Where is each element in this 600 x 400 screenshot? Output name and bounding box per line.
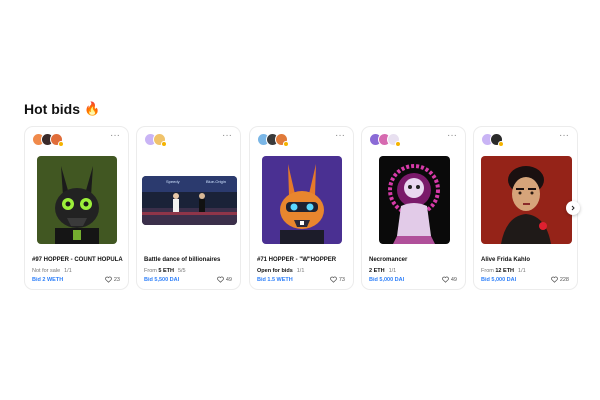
section-title: Hot bids 🔥 — [24, 101, 100, 117]
avatar[interactable] — [153, 133, 167, 147]
hopper-whopper-artwork — [262, 156, 342, 244]
nft-price: From 12 ETH 1/1 — [481, 268, 526, 274]
nft-card[interactable]: ··· Necromancer 2 ETH 1/1 Bid 5,000 DAI 4… — [361, 126, 466, 290]
nft-title: #97 HOPPER - COUNT HOPULA — [32, 257, 123, 263]
avatar[interactable] — [50, 133, 64, 147]
current-bid: Bid 5,000 DAI — [369, 277, 405, 283]
nft-title: Battle dance of billionaires — [144, 257, 221, 263]
section-title-text: Hot bids — [24, 101, 80, 117]
nft-card[interactable]: ··· #97 HOPPER - COUNT HOPULA Not for sa… — [24, 126, 129, 290]
current-bid: Bid 5,500 DAI — [144, 277, 180, 283]
verified-icon — [58, 141, 64, 147]
more-dots-icon[interactable]: ··· — [335, 131, 345, 141]
like-count: 49 — [225, 276, 232, 283]
edition-count: 1/1 — [296, 268, 305, 274]
nft-price: 2 ETH 1/1 — [369, 268, 397, 274]
hopper-count-artwork — [37, 156, 117, 244]
heart-icon — [330, 276, 337, 283]
current-bid: Bid 2 WETH — [32, 277, 64, 283]
like-count: 73 — [338, 276, 345, 283]
art-caption: Blue-Origin — [206, 179, 227, 184]
art-caption: Speedy — [166, 179, 180, 184]
avatar[interactable] — [490, 133, 504, 147]
nft-card[interactable]: ··· Speedy Blue-Origin Battle dance of b… — [136, 126, 241, 290]
nft-card[interactable]: ··· Alive Frida Kahlo From 12 ETH 1/1 Bid… — [473, 126, 578, 290]
nft-artwork[interactable] — [262, 156, 342, 244]
nft-artwork[interactable] — [379, 156, 450, 244]
more-dots-icon[interactable]: ··· — [110, 131, 120, 141]
current-bid: Bid 5,000 DAI — [481, 277, 517, 283]
like-button[interactable]: 73 — [330, 276, 345, 283]
carousel-next-button[interactable] — [566, 201, 580, 215]
fire-icon: 🔥 — [84, 101, 101, 116]
avatar[interactable] — [387, 133, 401, 147]
heart-icon — [217, 276, 224, 283]
necromancer-artwork — [379, 156, 450, 244]
nft-artwork[interactable] — [481, 156, 572, 244]
chevron-right-icon — [571, 205, 575, 211]
edition-count: 1/1 — [64, 268, 72, 274]
owners-avatars — [369, 133, 401, 147]
nft-price: From 5 ETH 5/5 — [144, 268, 186, 274]
like-button[interactable]: 49 — [442, 276, 457, 283]
owners-avatars — [481, 133, 504, 147]
nft-price: Open for bids 1/1 — [257, 268, 305, 274]
nft-title: #71 HOPPER - "W"HOPPER — [257, 257, 337, 263]
nft-artwork[interactable] — [37, 156, 117, 244]
more-dots-icon[interactable]: ··· — [559, 131, 569, 141]
nft-title: Necromancer — [369, 257, 408, 263]
like-button[interactable]: 23 — [105, 276, 120, 283]
like-button[interactable]: 228 — [550, 276, 569, 283]
edition-count: 1/1 — [518, 268, 526, 274]
owners-avatars — [32, 133, 64, 147]
like-button[interactable]: 49 — [217, 276, 232, 283]
owners-avatars — [257, 133, 289, 147]
owners-avatars — [144, 133, 167, 147]
heart-icon — [442, 276, 449, 283]
frida-kahlo-artwork — [481, 156, 572, 244]
verified-icon — [498, 141, 504, 147]
edition-count: 1/1 — [388, 268, 397, 274]
avatar[interactable] — [275, 133, 289, 147]
nft-title: Alive Frida Kahlo — [481, 257, 531, 263]
nft-artwork[interactable]: Speedy Blue-Origin — [142, 176, 237, 225]
more-dots-icon[interactable]: ··· — [447, 131, 457, 141]
like-count: 49 — [450, 276, 457, 283]
verified-icon — [395, 141, 401, 147]
nft-price: Not for sale 1/1 — [32, 268, 72, 274]
current-bid: Bid 1.5 WETH — [257, 277, 293, 283]
more-dots-icon[interactable]: ··· — [222, 131, 232, 141]
like-count: 228 — [559, 276, 569, 283]
verified-icon — [283, 141, 289, 147]
nft-card[interactable]: ··· #71 HOPPER - "W"HOPPER Open for bids… — [249, 126, 354, 290]
edition-count: 5/5 — [177, 268, 186, 274]
verified-icon — [161, 141, 167, 147]
hot-bids-carousel: ··· #97 HOPPER - COUNT HOPULA Not for sa… — [24, 126, 580, 290]
heart-icon — [550, 276, 558, 283]
heart-icon — [105, 276, 112, 283]
like-count: 23 — [113, 276, 120, 283]
